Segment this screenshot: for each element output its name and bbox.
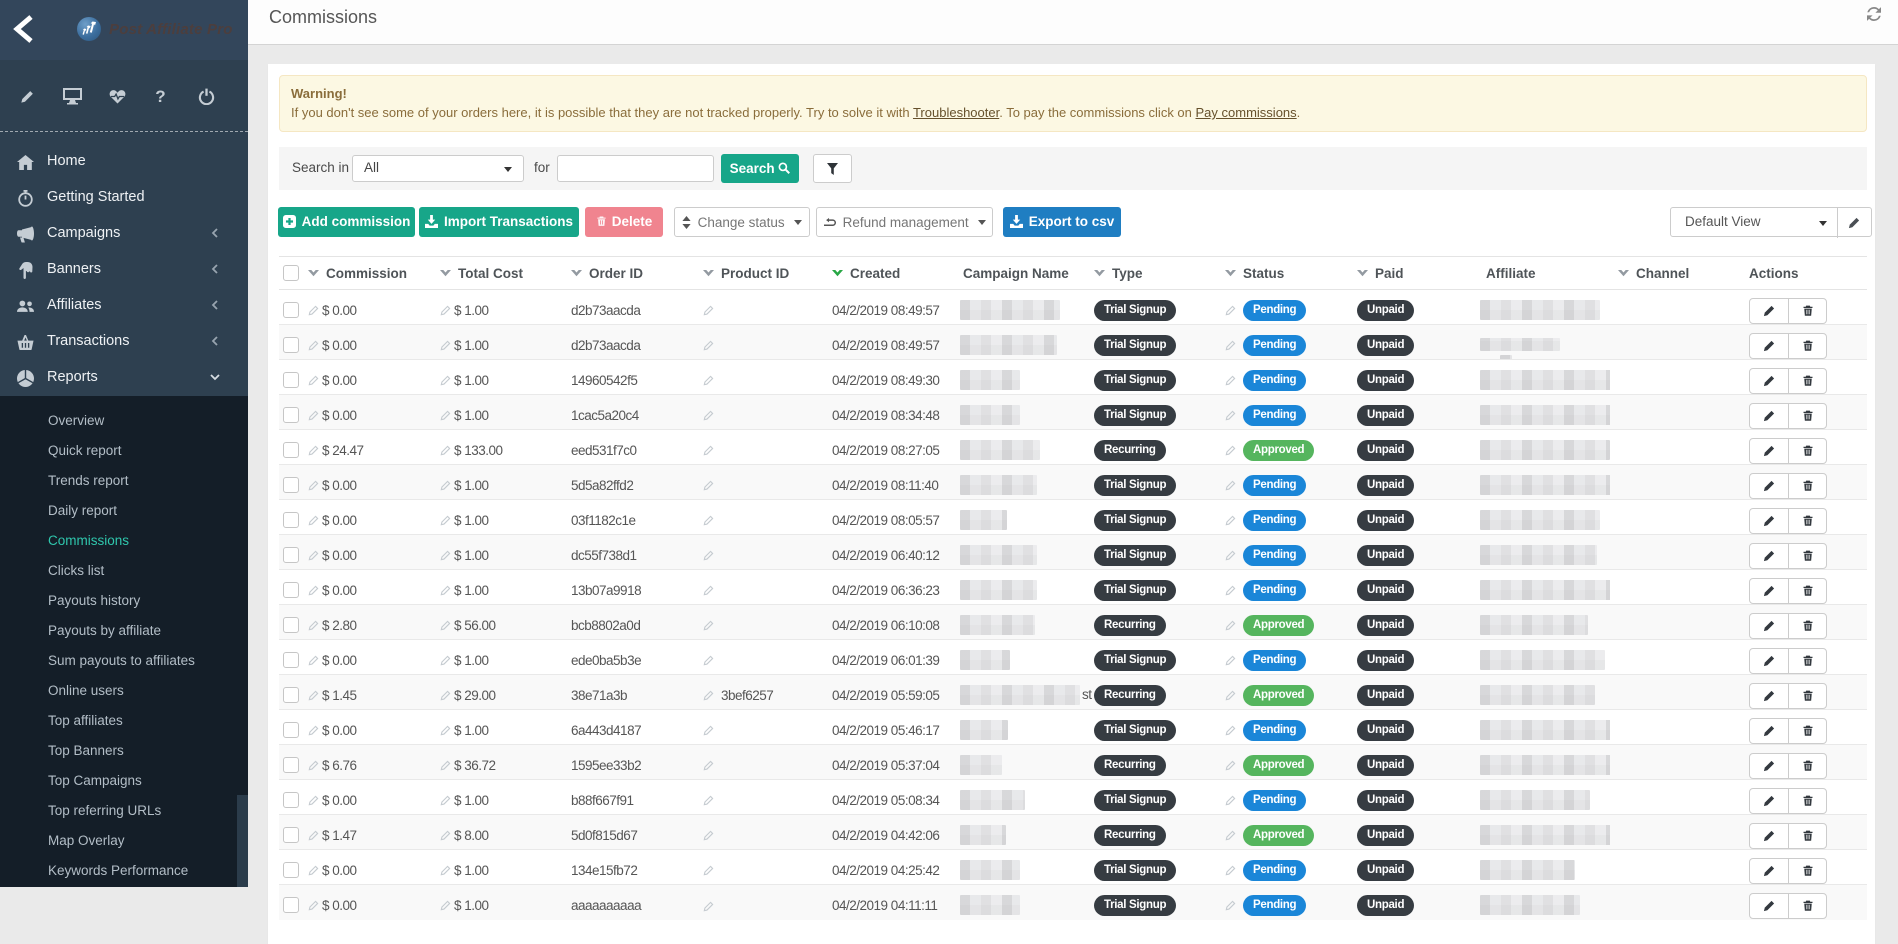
- svg-text:?: ?: [155, 88, 165, 105]
